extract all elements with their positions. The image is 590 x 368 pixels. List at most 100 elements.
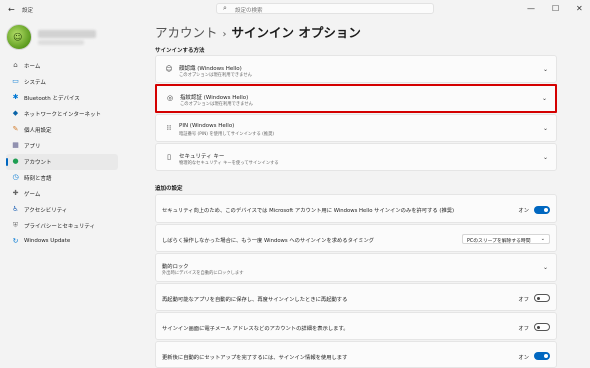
update-icon: ↻ <box>12 237 19 245</box>
sidebar-item-home[interactable]: ⌂ ホーム <box>6 58 118 74</box>
setting-row-auto-finish-setup[interactable]: 更新後に自動的にセットアップを完了するには、サインイン情報を使用します オン <box>155 341 557 368</box>
face-icon: ☺ <box>165 65 173 73</box>
sidebar-item-label: システム <box>24 80 46 86</box>
fingerprint-icon: ◎ <box>166 94 174 102</box>
setting-row-hello-only[interactable]: セキュリティ向上のため、このデバイスでは Microsoft アカウント用に W… <box>155 194 557 223</box>
back-arrow-icon[interactable]: ← <box>8 5 15 14</box>
setting-row-dynamic-lock[interactable]: 動的ロック 外出時にデバイスを自動的にロックします ⌄ <box>155 253 557 282</box>
user-name-redacted <box>38 30 96 38</box>
sidebar-item-apps[interactable]: ▦ アプリ <box>6 138 118 154</box>
breadcrumb: アカウント › サインイン オプション <box>155 22 361 41</box>
search-placeholder[interactable]: 設定の検索 <box>235 6 263 14</box>
setting-row-show-account-details[interactable]: サインイン画面に電子メール アドレスなどのアカウントの詳細を表示します。 オフ <box>155 312 557 340</box>
sidebar-item-network[interactable]: ◆ ネットワークとインターネット <box>6 106 118 122</box>
sidebar-item-label: ネットワークとインターネット <box>24 112 102 118</box>
avatar: ☺ <box>6 24 32 50</box>
sidebar-item-label: ホーム <box>24 64 41 70</box>
pin-keypad-icon: ⁞⁞ <box>166 124 172 132</box>
wifi-icon: ◆ <box>12 109 19 117</box>
chevron-down-icon: ⌄ <box>542 264 548 271</box>
sidebar-item-label: 個人用設定 <box>24 128 52 134</box>
signin-option-pin[interactable]: ⁞⁞ PIN (Windows Hello) 暗証番号 (PIN) を使用してサ… <box>155 114 557 142</box>
setting-row-require-signin[interactable]: しばらく操作しなかった場合に、もう一度 Windows へのサインインを求めるタ… <box>155 224 557 252</box>
sidebar-item-windows-update[interactable]: ↻ Windows Update <box>6 234 118 250</box>
sidebar-nav: ⌂ ホーム ▭ システム ✱ Bluetooth とデバイス ◆ ネットワークと… <box>6 58 118 250</box>
sidebar-item-label: プライバシーとセキュリティ <box>24 224 96 230</box>
usb-key-icon: ▯ <box>167 153 171 161</box>
minimize-button[interactable]: — <box>527 4 535 13</box>
option-title: セキュリティ キー <box>179 154 225 160</box>
toggle-switch[interactable] <box>534 294 550 302</box>
accessibility-icon: ♿ <box>12 205 19 213</box>
maximize-button[interactable]: ☐ <box>552 4 559 13</box>
option-subtitle: このオプションは現在利用できません <box>180 102 253 107</box>
toggle-state-label: オフ <box>518 297 529 303</box>
user-email-redacted <box>38 40 84 45</box>
monitor-icon: ▭ <box>12 77 19 85</box>
home-icon: ⌂ <box>13 61 18 69</box>
setting-label: 動的ロック <box>162 264 189 270</box>
toggle-state-label: オフ <box>518 326 529 332</box>
chevron-down-icon: ⌄ <box>542 154 548 161</box>
page-title: サインイン オプション <box>231 25 361 40</box>
sidebar-item-personalization[interactable]: ✎ 個人用設定 <box>6 122 118 138</box>
option-subtitle: 暗証番号 (PIN) を使用してサインインする (推奨) <box>179 132 275 137</box>
setting-label: 更新後に自動的にセットアップを完了するには、サインイン情報を使用します <box>162 355 348 361</box>
setting-label: サインイン画面に電子メール アドレスなどのアカウントの詳細を表示します。 <box>162 326 349 332</box>
sidebar-item-label: 時刻と言語 <box>24 176 52 182</box>
sidebar-item-time-language[interactable]: ◷ 時刻と言語 <box>6 170 118 186</box>
signin-option-fingerprint[interactable]: ◎ 指紋認証 (Windows Hello) このオプションは現在利用できません… <box>155 84 557 113</box>
sidebar-item-label: ゲーム <box>24 192 41 198</box>
sidebar-item-label: Bluetooth とデバイス <box>24 96 80 102</box>
option-title: PIN (Windows Hello) <box>179 123 235 129</box>
chevron-down-icon: ⌄ <box>541 95 547 102</box>
option-subtitle: 物理的なセキュリティ キーを使ってサインインする <box>179 161 279 166</box>
require-signin-dropdown[interactable]: PCのスリープを解除する時間 ⌄ <box>462 234 550 244</box>
chevron-down-icon: ⌄ <box>542 125 548 132</box>
option-title: 顔認識 (Windows Hello) <box>179 66 242 72</box>
sidebar-item-accounts[interactable]: ● アカウント <box>6 154 118 170</box>
section-heading-signin: サインインする方法 <box>155 48 205 54</box>
gamepad-icon: ✚ <box>12 189 19 197</box>
user-profile[interactable]: ☺ <box>6 24 146 50</box>
chevron-down-icon: ⌄ <box>540 236 545 242</box>
close-button[interactable]: ✕ <box>576 4 583 13</box>
toggle-switch[interactable] <box>534 323 550 331</box>
search-icon: ⌕ <box>223 4 227 12</box>
signin-option-security-key[interactable]: ▯ セキュリティ キー 物理的なセキュリティ キーを使ってサインインする ⌄ <box>155 143 557 171</box>
setting-label: しばらく操作しなかった場合に、もう一度 Windows へのサインインを求めるタ… <box>162 238 375 244</box>
setting-row-restart-apps[interactable]: 再起動可能なアプリを自動的に保存し、再度サインインしたときに再起動する オフ <box>155 283 557 311</box>
bluetooth-icon: ✱ <box>12 93 19 101</box>
chevron-down-icon: ⌄ <box>542 66 548 73</box>
globe-clock-icon: ◷ <box>12 173 19 181</box>
option-subtitle: このオプションは現在利用できません <box>179 73 252 78</box>
toggle-switch[interactable] <box>534 206 550 214</box>
setting-label: 再起動可能なアプリを自動的に保存し、再度サインインしたときに再起動する <box>162 297 348 303</box>
signin-option-face[interactable]: ☺ 顔認識 (Windows Hello) このオプションは現在利用できません … <box>155 55 557 83</box>
section-heading-additional: 追加の設定 <box>155 186 183 192</box>
sidebar-item-label: アクセシビリティ <box>24 208 68 214</box>
toggle-state-label: オン <box>518 208 529 214</box>
sidebar-item-accessibility[interactable]: ♿ アクセシビリティ <box>6 202 118 218</box>
title-bar: ← 設定 ⌕ 設定の検索 — ☐ ✕ <box>0 0 590 20</box>
toggle-switch[interactable] <box>534 352 550 360</box>
sidebar-item-privacy[interactable]: ⛨ プライバシーとセキュリティ <box>6 218 118 234</box>
dropdown-value: PCのスリープを解除する時間 <box>467 238 531 244</box>
search-box[interactable]: ⌕ 設定の検索 <box>216 3 434 14</box>
person-icon: ● <box>12 157 19 165</box>
setting-sublabel: 外出時にデバイスを自動的にロックします <box>162 271 244 276</box>
sidebar-item-label: Windows Update <box>24 238 71 244</box>
shield-icon: ⛨ <box>12 221 19 229</box>
breadcrumb-separator: › <box>222 29 227 40</box>
sidebar-item-label: アプリ <box>24 144 41 150</box>
toggle-state-label: オン <box>518 355 529 361</box>
avatar-face-icon: ☺ <box>13 33 23 43</box>
setting-label: セキュリティ向上のため、このデバイスでは Microsoft アカウント用に W… <box>162 208 455 214</box>
sidebar-item-bluetooth[interactable]: ✱ Bluetooth とデバイス <box>6 90 118 106</box>
sidebar-item-gaming[interactable]: ✚ ゲーム <box>6 186 118 202</box>
breadcrumb-parent[interactable]: アカウント <box>155 25 218 40</box>
sidebar-item-system[interactable]: ▭ システム <box>6 74 118 90</box>
apps-icon: ▦ <box>12 141 19 149</box>
brush-icon: ✎ <box>12 125 19 133</box>
option-title: 指紋認証 (Windows Hello) <box>180 95 249 101</box>
